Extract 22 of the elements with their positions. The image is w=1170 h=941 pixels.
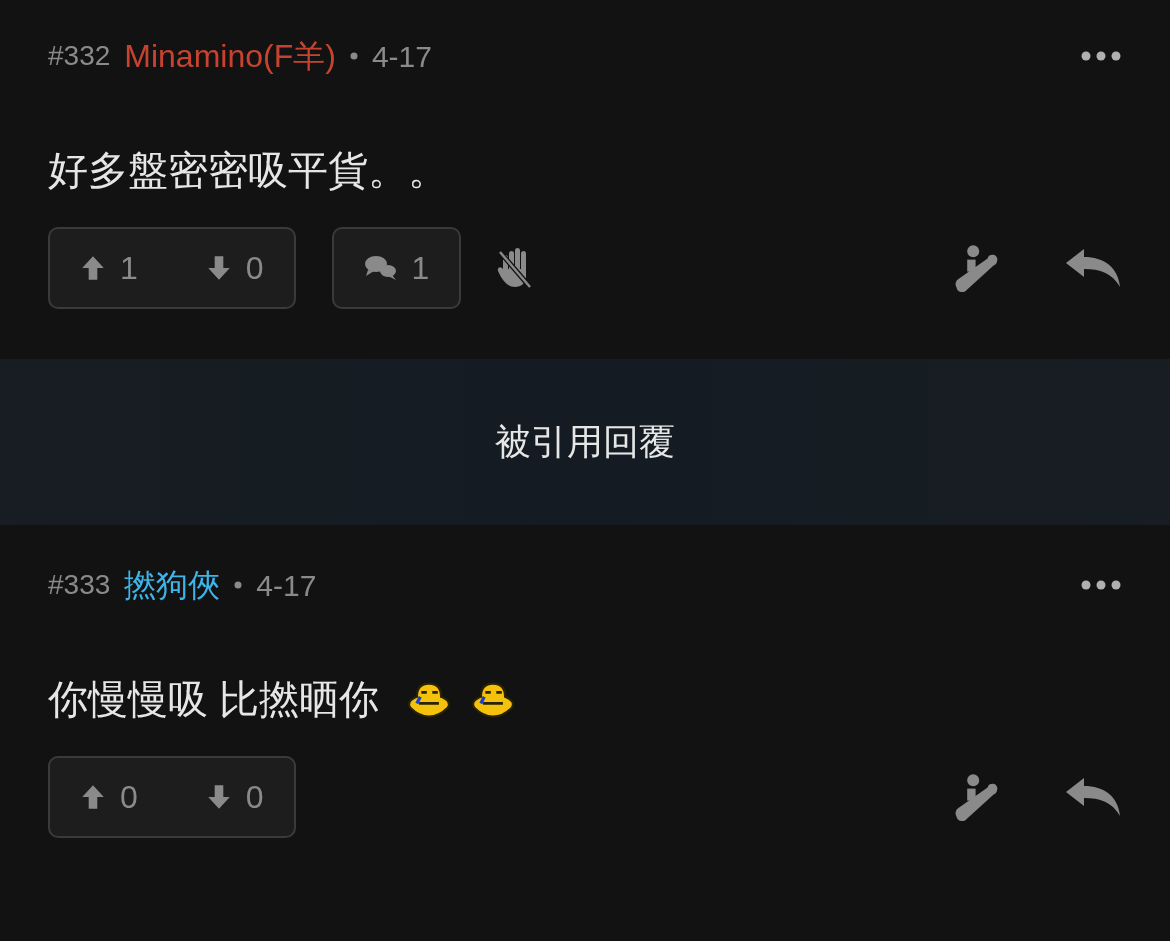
- hand-slash-icon[interactable]: [497, 247, 534, 289]
- separator-dot: [349, 52, 358, 60]
- vote-button[interactable]: 1 0: [48, 227, 296, 309]
- replies-button[interactable]: 1: [331, 227, 462, 309]
- more-options-icon[interactable]: [1080, 51, 1122, 61]
- upvote-icon: [80, 783, 106, 811]
- more-options-icon[interactable]: [1080, 580, 1122, 590]
- post-number: #333: [48, 568, 111, 602]
- upvote-icon: [80, 254, 106, 282]
- reply-icon[interactable]: [1064, 247, 1122, 289]
- author-name[interactable]: Minamino(F羊): [124, 32, 336, 80]
- quoted-replies-banner[interactable]: 被引用回覆: [0, 359, 1170, 525]
- post-number: #332: [48, 39, 111, 73]
- author-name[interactable]: 撚狗俠: [124, 561, 221, 609]
- post-date: 4-17: [371, 38, 432, 75]
- chat-bubbles-icon: [363, 254, 398, 282]
- separator-dot: [234, 581, 243, 589]
- vote-button[interactable]: 0 0: [48, 756, 296, 838]
- post-date: 4-17: [256, 567, 317, 604]
- post-body: 你慢慢吸 比撚晒你: [48, 675, 380, 723]
- reply-icon[interactable]: [1064, 776, 1122, 818]
- post-body: 好多盤密密吸平貨。。: [48, 146, 448, 194]
